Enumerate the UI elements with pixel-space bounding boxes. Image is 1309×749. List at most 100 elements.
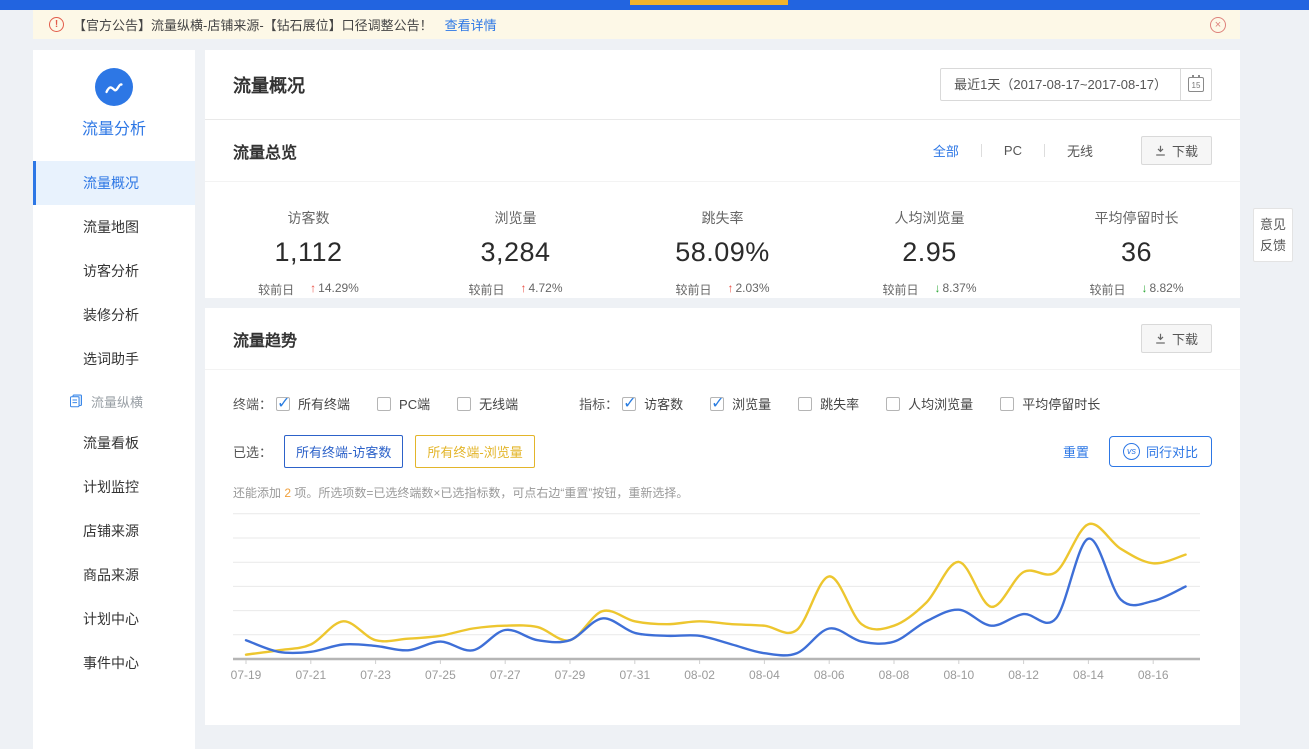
checkbox-unchecked-icon[interactable] xyxy=(377,397,391,411)
overview-card: 流量概况 最近1天（2017-08-17~2017-08-17） 15 流量总览… xyxy=(205,50,1240,298)
stat-value: 3,284 xyxy=(412,237,619,268)
sidebar-app-header: 流量分析 xyxy=(33,50,195,139)
sidebar-item-0[interactable]: 流量概况 xyxy=(33,161,195,205)
x-axis-label: 07-23 xyxy=(360,668,391,682)
metric-checkbox-4[interactable]: 平均停留时长 xyxy=(1000,394,1100,413)
metric-checkbox-1[interactable]: 浏览量 xyxy=(710,394,771,413)
download-icon xyxy=(1155,333,1166,344)
checkbox-checked-icon[interactable] xyxy=(622,397,636,411)
download-label: 下载 xyxy=(1172,141,1198,160)
checkbox-unchecked-icon[interactable] xyxy=(798,397,812,411)
sidebar-subitem-2[interactable]: 店铺来源 xyxy=(33,509,195,553)
calendar-icon-wrap[interactable]: 15 xyxy=(1180,69,1211,100)
stat-compare-label: 较前日 xyxy=(882,281,918,298)
sidebar-subitem-5[interactable]: 事件中心 xyxy=(33,641,195,685)
metric-checkbox-3[interactable]: 人均浏览量 xyxy=(886,394,973,413)
terminal-checkbox-label: 所有终端 xyxy=(298,394,350,413)
sidebar-item-3[interactable]: 装修分析 xyxy=(33,293,195,337)
checkbox-checked-icon[interactable] xyxy=(276,397,290,411)
selection-hint: 还能添加 2 项。所选项数=已选终端数×已选指标数，可点右边“重置”按钮，重新选… xyxy=(205,484,1240,501)
checkbox-unchecked-icon[interactable] xyxy=(886,397,900,411)
sidebar-item-2[interactable]: 访客分析 xyxy=(33,249,195,293)
app-title: 流量分析 xyxy=(33,115,195,139)
checkbox-unchecked-icon[interactable] xyxy=(457,397,471,411)
date-range-picker[interactable]: 最近1天（2017-08-17~2017-08-17） 15 xyxy=(940,68,1212,101)
stat-change: ↑2.03% xyxy=(727,281,769,298)
feedback-label-line1: 意见 xyxy=(1254,214,1292,235)
metric-checkbox-label: 访客数 xyxy=(644,394,683,413)
terminal-checkbox-0[interactable]: 所有终端 xyxy=(276,394,350,413)
metric-checkbox-group: 访客数 浏览量 跳失率 人均浏览量 平均停留时长 xyxy=(622,394,1127,413)
x-axis-label: 08-06 xyxy=(814,668,845,682)
browser-top-bar xyxy=(0,0,1309,10)
calendar-icon: 15 xyxy=(1188,77,1204,92)
close-icon[interactable]: × xyxy=(1210,17,1226,33)
checkbox-checked-icon[interactable] xyxy=(710,397,724,411)
metric-checkbox-0[interactable]: 访客数 xyxy=(622,394,683,413)
download-label: 下载 xyxy=(1172,329,1198,348)
sidebar-subitem-3[interactable]: 商品来源 xyxy=(33,553,195,597)
trend-card: 流量趋势 下载 终端： 所有终端PC端无线端 指标： 访客数浏览量跳失率人均浏览… xyxy=(205,308,1240,725)
arrow-up-icon: ↑ xyxy=(727,281,733,298)
selected-chip-0[interactable]: 所有终端-访客数 xyxy=(284,435,403,468)
page-header: 流量概况 最近1天（2017-08-17~2017-08-17） 15 xyxy=(205,50,1240,120)
tab-pc[interactable]: PC xyxy=(982,143,1044,158)
sidebar-item-1[interactable]: 流量地图 xyxy=(33,205,195,249)
date-range-value: 最近1天（2017-08-17~2017-08-17） xyxy=(941,69,1180,100)
stat-compare-label: 较前日 xyxy=(468,281,504,298)
stat-value: 58.09% xyxy=(619,237,826,268)
metric-checkbox-2[interactable]: 跳失率 xyxy=(798,394,859,413)
peer-compare-label: 同行对比 xyxy=(1146,442,1198,461)
stat-change-value: 2.03% xyxy=(735,281,769,298)
sidebar-subitem-4[interactable]: 计划中心 xyxy=(33,597,195,641)
sidebar: 流量分析 流量概况流量地图访客分析装修分析选词助手 流量纵横 流量看板计划监控店… xyxy=(33,50,195,749)
sidebar-nav: 流量概况流量地图访客分析装修分析选词助手 xyxy=(33,161,195,381)
stat-change-value: 14.29% xyxy=(318,281,359,298)
metric-checkbox-label: 跳失率 xyxy=(820,394,859,413)
sidebar-subitem-0[interactable]: 流量看板 xyxy=(33,421,195,465)
tab-wireless[interactable]: 无线 xyxy=(1045,141,1115,160)
x-axis-label: 07-31 xyxy=(619,668,650,682)
terminal-checkbox-group: 所有终端 PC端 无线端 xyxy=(276,394,545,413)
terminal-checkbox-1[interactable]: PC端 xyxy=(377,394,430,413)
feedback-button[interactable]: 意见 反馈 xyxy=(1253,208,1293,262)
stat-compare-label: 较前日 xyxy=(675,281,711,298)
selected-chip-1[interactable]: 所有终端-浏览量 xyxy=(415,435,534,468)
announcement-bar: ! 【官方公告】流量纵横-店铺来源-【钻石展位】口径调整公告！ 查看详情 × xyxy=(33,10,1240,39)
ledger-icon xyxy=(69,394,83,408)
stats-row: 访客数1,112较前日↑14.29%浏览量3,284较前日↑4.72%跳失率58… xyxy=(205,182,1240,298)
checkbox-unchecked-icon[interactable] xyxy=(1000,397,1014,411)
x-axis-label: 08-04 xyxy=(749,668,780,682)
stat-2: 跳失率58.09%较前日↑2.03% xyxy=(619,208,826,298)
stat-compare-label: 较前日 xyxy=(1089,281,1125,298)
top-bar-accent-segment xyxy=(630,0,788,5)
overview-download-button[interactable]: 下载 xyxy=(1141,136,1212,165)
main-content: 流量概况 最近1天（2017-08-17~2017-08-17） 15 流量总览… xyxy=(205,50,1240,725)
stat-compare-label: 较前日 xyxy=(258,281,294,298)
stat-label: 浏览量 xyxy=(412,208,619,228)
stat-label: 平均停留时长 xyxy=(1033,208,1240,228)
trend-chart[interactable]: 07-1907-2107-2307-2507-2707-2907-3108-02… xyxy=(205,510,1240,700)
line-chart-icon xyxy=(95,68,133,106)
stat-change: ↑4.72% xyxy=(520,281,562,298)
metric-checkbox-label: 平均停留时长 xyxy=(1022,394,1100,413)
stat-compare: 较前日 ↑2.03% xyxy=(619,281,826,298)
terminal-checkbox-2[interactable]: 无线端 xyxy=(457,394,518,413)
arrow-down-icon: ↓ xyxy=(1141,281,1147,298)
sidebar-subitem-1[interactable]: 计划监控 xyxy=(33,465,195,509)
reset-button[interactable]: 重置 xyxy=(1063,442,1089,461)
x-axis-label: 08-10 xyxy=(943,668,974,682)
x-axis-label: 08-16 xyxy=(1138,668,1169,682)
overview-section-header: 流量总览 全部PC无线 下载 xyxy=(205,120,1240,182)
sidebar-section-traffic-crosswise[interactable]: 流量纵横 xyxy=(33,381,195,421)
trend-download-button[interactable]: 下载 xyxy=(1141,324,1212,353)
stat-change: ↑14.29% xyxy=(310,281,359,298)
tab-all[interactable]: 全部 xyxy=(911,141,981,160)
announcement-details-link[interactable]: 查看详情 xyxy=(445,15,497,34)
sidebar-item-4[interactable]: 选词助手 xyxy=(33,337,195,381)
terminal-group-label: 终端： xyxy=(233,394,272,413)
stat-compare: 较前日 ↑4.72% xyxy=(412,281,619,298)
stat-value: 2.95 xyxy=(826,237,1033,268)
peer-compare-button[interactable]: vs 同行对比 xyxy=(1109,436,1212,467)
x-axis-label: 07-19 xyxy=(231,668,262,682)
